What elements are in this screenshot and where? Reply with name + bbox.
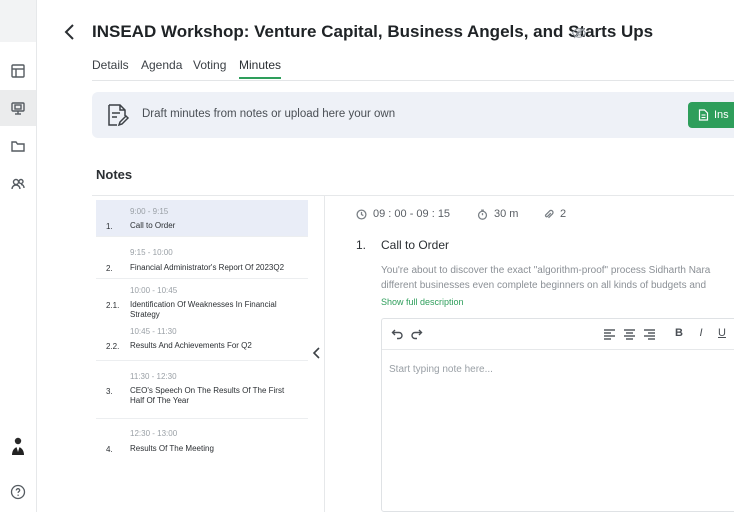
agenda-item-time: 9:15 - 10:00 <box>130 248 173 257</box>
align-left-button[interactable] <box>602 326 616 340</box>
attachments[interactable]: 2 <box>543 208 566 220</box>
italic-button[interactable]: I <box>694 326 708 340</box>
user-photo-icon <box>12 437 24 455</box>
undo-icon <box>391 329 403 339</box>
agenda-item-label: Financial Administrator's Report Of 2023… <box>130 263 285 272</box>
redo-button[interactable] <box>409 326 423 340</box>
item-description-line: You're about to discover the exact "algo… <box>381 265 711 276</box>
sidebar-item-people[interactable] <box>0 166 36 202</box>
draft-minutes-banner: Draft minutes from notes or upload here … <box>92 92 734 138</box>
align-right-icon <box>643 328 655 340</box>
agenda-item-number: 2.2. <box>106 342 120 351</box>
notes-divider <box>92 195 734 196</box>
attachments-count: 2 <box>560 208 567 220</box>
item-description: You're about to discover the exact "algo… <box>381 263 710 293</box>
agenda-item-number: 3. <box>106 387 113 396</box>
agenda-item-number: 1. <box>106 222 113 231</box>
sidebar <box>0 0 37 512</box>
agenda-item-number: 2. <box>106 264 113 273</box>
back-arrow-icon[interactable] <box>62 22 78 42</box>
tab-bar: Details Agenda Voting Minutes <box>92 58 734 81</box>
agenda-item-number: 4. <box>106 445 113 454</box>
notes-heading: Notes <box>96 167 133 182</box>
tab-details[interactable]: Details <box>92 58 129 77</box>
align-center-button[interactable] <box>622 326 636 340</box>
sidebar-item-dashboard[interactable] <box>0 53 36 89</box>
agenda-item-time: 10:00 - 10:45 <box>130 286 178 295</box>
folder-icon <box>11 141 25 152</box>
users-icon <box>11 178 25 190</box>
agenda-item-label: Results Of The Meeting <box>130 444 214 453</box>
paperclip-icon <box>544 209 554 218</box>
agenda-item-time: 12:30 - 13:00 <box>130 429 178 438</box>
file-icon <box>698 109 709 121</box>
page-title: INSEAD Workshop: Venture Capital, Busine… <box>92 22 654 41</box>
undo-button[interactable] <box>390 326 404 340</box>
clock-icon <box>356 208 367 220</box>
banner-text: Draft minutes from notes or upload here … <box>142 108 396 120</box>
note-input-placeholder[interactable]: Start typing note here... <box>389 364 493 375</box>
underline-button[interactable]: U <box>715 326 729 340</box>
tab-minutes[interactable]: Minutes <box>239 58 282 79</box>
item-description-line: different businesses even complete begin… <box>381 280 707 291</box>
time-range-text: 09 : 00 - 09 : 15 <box>373 208 451 220</box>
agenda-list: 9:00 - 9:15 1. Call to Order 9:15 - 10:0… <box>96 200 308 459</box>
agenda-item-time: 9:00 - 9:15 <box>130 207 169 216</box>
timer-icon <box>477 209 488 220</box>
align-center-icon <box>623 328 635 340</box>
agenda-item[interactable]: 10:00 - 10:45 2.1. Identification Of Wea… <box>96 279 308 322</box>
tab-agenda[interactable]: Agenda <box>141 58 182 77</box>
agenda-item-label: Identification Of Weaknesses In Financia… <box>130 300 277 319</box>
show-full-description-link[interactable]: Show full description <box>381 297 464 307</box>
sidebar-top-strip <box>0 0 36 42</box>
document-edit-icon <box>108 104 130 127</box>
panel-divider <box>324 196 325 512</box>
avatar[interactable] <box>9 433 27 455</box>
agenda-item[interactable]: 11:30 - 12:30 3. CEO's Speech On The Res… <box>96 361 308 419</box>
agenda-item[interactable]: 10:45 - 11:30 2.2. Results And Achieveme… <box>96 322 308 361</box>
agenda-item[interactable]: 9:15 - 10:00 2. Financial Administrator'… <box>96 237 308 279</box>
align-left-icon <box>603 328 615 340</box>
agenda-item-label: CEO's Speech On The Results Of The First… <box>130 386 285 405</box>
editor-toolbar: B I U <box>382 319 734 350</box>
agenda-item[interactable]: 12:30 - 13:00 4. Results Of The Meeting <box>96 419 308 459</box>
note-editor[interactable]: B I U Start typing note here... <box>381 318 734 512</box>
help-icon[interactable] <box>10 484 26 500</box>
collapse-panel-icon[interactable] <box>311 346 323 360</box>
agenda-item[interactable]: 9:00 - 9:15 1. Call to Order <box>96 200 308 237</box>
insert-button-label: Ins <box>714 109 729 121</box>
redo-icon <box>410 329 422 339</box>
insert-button[interactable]: Ins <box>688 102 734 128</box>
agenda-item-time: 11:30 - 12:30 <box>130 372 177 381</box>
item-title: Call to Order <box>381 238 450 252</box>
agenda-item-time: 10:45 - 11:30 <box>130 327 177 336</box>
bold-button[interactable]: B <box>672 326 686 340</box>
presentation-icon <box>11 102 25 115</box>
agenda-item-label: Call to Order <box>130 221 176 230</box>
sidebar-item-meetings[interactable] <box>0 90 36 126</box>
eye-off-icon[interactable] <box>571 25 587 41</box>
tab-voting[interactable]: Voting <box>193 58 226 77</box>
duration-text: 30 m <box>494 208 519 220</box>
duration: 30 m <box>477 208 518 220</box>
time-range: 09 : 00 - 09 : 15 <box>356 208 450 220</box>
agenda-item-label: Results And Achievements For Q2 <box>130 341 252 350</box>
layout-icon <box>11 64 25 78</box>
sidebar-item-files[interactable] <box>0 128 36 164</box>
align-right-button[interactable] <box>642 326 656 340</box>
agenda-item-number: 2.1. <box>106 301 120 310</box>
item-number: 1. <box>356 238 367 252</box>
